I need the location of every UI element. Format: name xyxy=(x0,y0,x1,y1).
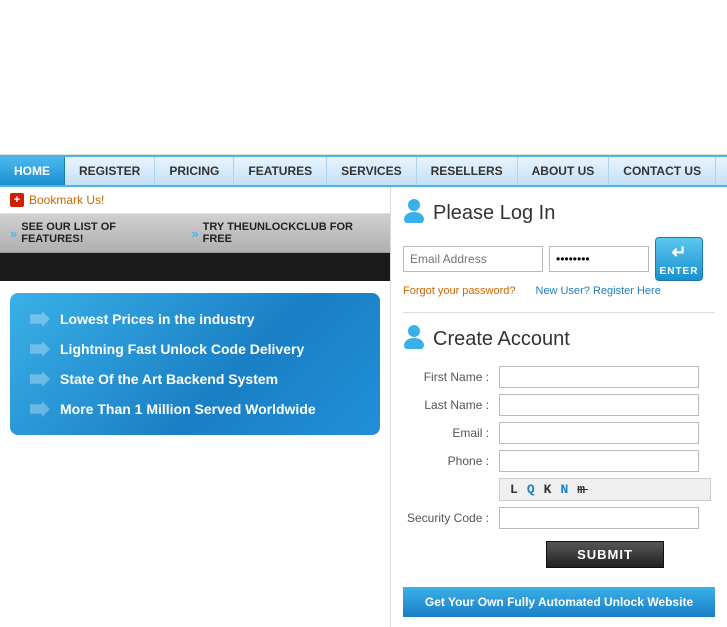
captcha-char-4: m xyxy=(577,482,588,497)
features-link1[interactable]: » SEE OUR LIST OF FEATURES! xyxy=(10,221,176,245)
first-name-label: First Name : xyxy=(403,363,495,391)
login-form-row: ↵ ENTER xyxy=(403,237,715,281)
captcha-char-3: N xyxy=(560,482,571,497)
last-name-label: Last Name : xyxy=(403,391,495,419)
captcha-char-1: Q xyxy=(527,482,538,497)
captcha-display-row: L Q K N m xyxy=(403,475,715,504)
create-account-section: Create Account First Name : Last Name : … xyxy=(403,323,715,577)
dark-separator-bar xyxy=(0,253,390,281)
features-link2[interactable]: » TRY THEUNLOCKCLUB FOR FREE xyxy=(191,221,380,245)
arrow-icon-4 xyxy=(30,401,50,417)
login-title: Please Log In xyxy=(403,197,715,229)
last-name-row: Last Name : xyxy=(403,391,715,419)
submit-button[interactable]: SUBMIT xyxy=(546,541,664,568)
forgot-password-link[interactable]: Forgot your password? xyxy=(403,285,516,297)
create-title: Create Account xyxy=(403,323,715,355)
phone-input[interactable] xyxy=(499,450,699,472)
features-bar: » SEE OUR LIST OF FEATURES! » TRY THEUNL… xyxy=(0,214,390,253)
password-input[interactable] xyxy=(549,246,649,272)
submit-row: SUBMIT xyxy=(403,532,715,577)
main-content: + Bookmark Us! » SEE OUR LIST OF FEATURE… xyxy=(0,187,727,627)
left-panel: + Bookmark Us! » SEE OUR LIST OF FEATURE… xyxy=(0,187,390,627)
right-panel: Please Log In ↵ ENTER Forgot your passwo… xyxy=(390,187,727,627)
nav-contact[interactable]: CONTACT US xyxy=(609,157,716,185)
section-divider xyxy=(403,312,715,313)
last-name-input[interactable] xyxy=(499,394,699,416)
security-code-input[interactable] xyxy=(499,507,699,529)
navigation-bar: HOME REGISTER PRICING FEATURES SERVICES … xyxy=(0,155,727,187)
new-user-link[interactable]: New User? Register Here xyxy=(536,285,661,297)
nav-resellers[interactable]: RESELLERS xyxy=(417,157,518,185)
bookmark-bar: + Bookmark Us! xyxy=(0,187,390,214)
login-heading: Please Log In xyxy=(433,202,555,225)
enter-button[interactable]: ↵ ENTER xyxy=(655,237,703,281)
chevrons-1: » xyxy=(10,226,17,241)
security-code-label: Security Code : xyxy=(403,504,495,532)
person-icon-login xyxy=(403,197,425,229)
security-code-row: Security Code : xyxy=(403,504,715,532)
email-row: Email : xyxy=(403,419,715,447)
top-white-area xyxy=(0,0,727,155)
feature-item-4: More Than 1 Million Served Worldwide xyxy=(30,401,360,417)
nav-about[interactable]: ABOUT US xyxy=(518,157,610,185)
chevrons-2: » xyxy=(191,226,198,241)
create-heading: Create Account xyxy=(433,328,570,351)
first-name-input[interactable] xyxy=(499,366,699,388)
phone-label: Phone : xyxy=(403,447,495,475)
login-links: Forgot your password? New User? Register… xyxy=(403,285,715,297)
nav-pricing[interactable]: PRICING xyxy=(155,157,234,185)
nav-home[interactable]: HOME xyxy=(0,157,65,185)
bottom-promo-bar: Get Your Own Fully Automated Unlock Webs… xyxy=(403,587,715,617)
enter-icon: ↵ xyxy=(671,242,686,263)
captcha-char-2: K xyxy=(544,482,555,497)
blue-features-box: Lowest Prices in the industry Lightning … xyxy=(10,293,380,435)
create-email-input[interactable] xyxy=(499,422,699,444)
arrow-icon-3 xyxy=(30,371,50,387)
email-input[interactable] xyxy=(403,246,543,272)
arrow-icon-2 xyxy=(30,341,50,357)
feature-item-2: Lightning Fast Unlock Code Delivery xyxy=(30,341,360,357)
feature-item-3: State Of the Art Backend System xyxy=(30,371,360,387)
captcha-char-0: L xyxy=(510,482,521,497)
enter-label: ENTER xyxy=(660,266,699,277)
captcha-image: L Q K N m xyxy=(499,478,711,501)
login-section: Please Log In ↵ ENTER Forgot your passwo… xyxy=(403,197,715,297)
bookmark-icon: + xyxy=(10,193,24,207)
bookmark-label[interactable]: Bookmark Us! xyxy=(29,193,104,207)
email-label: Email : xyxy=(403,419,495,447)
first-name-row: First Name : xyxy=(403,363,715,391)
person-icon-create xyxy=(403,323,425,355)
feature-item-1: Lowest Prices in the industry xyxy=(30,311,360,327)
nav-register[interactable]: REGISTER xyxy=(65,157,155,185)
captcha-spacer xyxy=(403,475,495,504)
phone-row: Phone : xyxy=(403,447,715,475)
nav-services[interactable]: SERVICES xyxy=(327,157,416,185)
nav-features[interactable]: FEATURES xyxy=(234,157,327,185)
arrow-icon-1 xyxy=(30,311,50,327)
